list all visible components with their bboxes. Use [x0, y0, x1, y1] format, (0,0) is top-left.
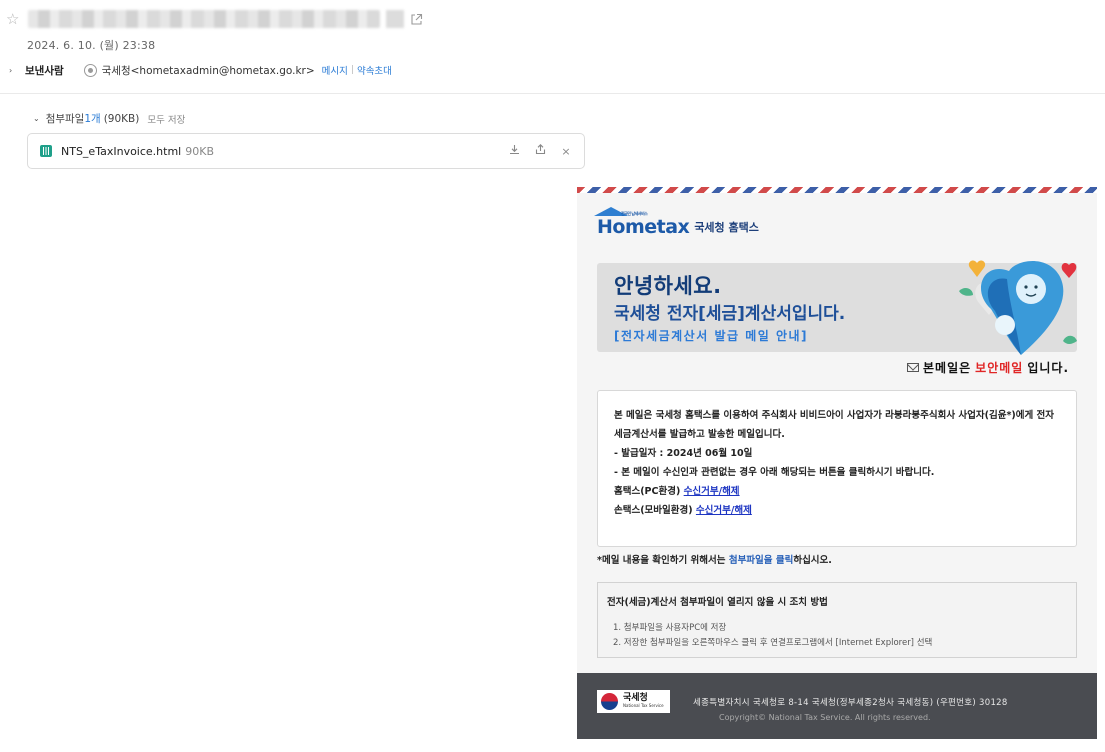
appointment-link[interactable]: 약속초대 — [357, 63, 392, 77]
info-issue-date: - 발급일자 : 2024년 06월 10일 — [614, 448, 753, 459]
message-link[interactable]: 메시지 — [322, 63, 348, 77]
family-heart-illustration — [959, 260, 1077, 355]
collapse-attachments-icon[interactable]: ⌄ — [33, 114, 40, 123]
sender-address[interactable]: 국세청<hometaxadmin@hometax.go.kr> — [102, 63, 315, 78]
info-paragraph: 본 메일은 국세청 홈택스를 이용하여 주식회사 비비드아이 사업자가 라붕라붕… — [614, 410, 1055, 440]
mail-date: 2024. 6. 10. (월) 23:38 — [27, 39, 156, 52]
attachments-label: 첨부파일 — [45, 113, 85, 125]
note-text-highlight: 첨부파일을 클릭 — [728, 555, 794, 566]
pc-optout-row: 홈택스(PC환경) 수신거부/해제 — [614, 482, 1060, 501]
hero-title: 국세청 전자[세금]계산서입니다. — [614, 304, 846, 324]
subject-redacted — [28, 10, 380, 28]
pc-env-label: 홈택스(PC환경) — [614, 486, 681, 497]
share-icon[interactable] — [534, 144, 546, 158]
attachment-actions: × — [508, 144, 572, 158]
subject-row: ☆ — [6, 9, 423, 29]
mail-footer: 국세청 National Tax Service 세종특별자치시 국세청로 8-… — [577, 673, 1097, 739]
invoice-info-box: 본 메일은 국세청 홈택스를 이용하여 주식회사 비비드아이 사업자가 라붕라붕… — [597, 390, 1077, 547]
secure-text-highlight: 보안메일 — [975, 361, 1024, 375]
nts-logo-english: National Tax Service — [623, 703, 664, 708]
attachments-size: (90KB) — [103, 112, 140, 125]
logo-korean: 국세청 홈택스 — [694, 221, 759, 234]
note-text-post: 하십시오. — [793, 555, 832, 566]
attachments-count: 1개 — [84, 113, 101, 125]
download-icon[interactable] — [508, 144, 520, 158]
pc-optout-link[interactable]: 수신거부/해제 — [684, 486, 740, 497]
link-separator: | — [350, 65, 354, 75]
attachment-filename[interactable]: NTS_eTaxInvoice.html — [61, 145, 181, 158]
header-divider — [0, 93, 1105, 94]
taegeuk-icon — [601, 693, 618, 710]
expand-sender-icon[interactable]: › — [9, 66, 25, 75]
guide-step: 1. 첨부파일을 사용자PC에 저장 — [613, 623, 727, 633]
mobile-env-label: 손택스(모바일환경) — [614, 505, 693, 516]
popout-icon[interactable] — [410, 13, 423, 26]
subject-redacted-tail — [386, 10, 404, 28]
nts-logo-text: 국세청 National Tax Service — [623, 694, 664, 709]
mobile-optout-row: 손택스(모바일환경) 수신거부/해제 — [614, 501, 1060, 520]
star-icon[interactable]: ☆ — [6, 11, 22, 27]
close-icon[interactable]: × — [560, 145, 572, 158]
attachments-header: ⌄ 첨부파일 1개 (90KB) 모두 저장 — [33, 111, 185, 126]
secure-text-post: 입니다. — [1027, 361, 1070, 375]
footer-copyright: Copyright© National Tax Service. All rig… — [719, 713, 931, 722]
hero-banner: 안녕하세요. 국세청 전자[세금]계산서입니다. [전자세금계산서 발급 메일 … — [597, 260, 1077, 355]
sender-label: 보낸사람 — [25, 64, 64, 77]
save-all-button[interactable]: 모두 저장 — [147, 112, 185, 126]
attachment-filesize: 90KB — [185, 144, 214, 158]
envelope-icon — [907, 363, 919, 372]
attachment-item[interactable]: NTS_eTaxInvoice.html 90KB × — [27, 133, 585, 169]
hero-greeting: 안녕하세요. — [614, 274, 722, 298]
hometax-wordmark: 전국민 납세서비스 Hometax — [594, 207, 690, 238]
secure-text-pre: 본메일은 — [923, 361, 972, 375]
sender-row: › 보낸사람 국세청<hometaxadmin@hometax.go.kr> 메… — [9, 62, 392, 78]
nts-logo: 국세청 National Tax Service — [597, 690, 670, 713]
logo-word: Hometax — [597, 216, 690, 238]
hometax-logo: 전국민 납세서비스 Hometax 국세청 홈택스 — [594, 207, 759, 238]
mobile-optout-link[interactable]: 수신거부/해제 — [696, 505, 752, 516]
guide-step: 2. 저장한 첨부파일을 오른쪽마우스 클릭 후 연결프로그램에서 [Inter… — [613, 638, 933, 648]
mail-body: 전국민 납세서비스 Hometax 국세청 홈택스 안녕하세요. 국세청 전자[… — [577, 187, 1097, 739]
secure-mail-notice: 본메일은 보안메일 입니다. — [907, 359, 1069, 376]
attachment-note: *메일 내용을 확인하기 위해서는 첨부파일을 클릭하십시오. — [597, 552, 832, 566]
guide-title: 전자(세금)계산서 첨부파일이 열리지 않을 시 조치 방법 — [607, 597, 828, 608]
logo-tagline: 전국민 납세서비스 — [621, 211, 648, 216]
airmail-border — [577, 187, 1097, 193]
footer-address: 세종특별자치시 국세청로 8-14 국세청(정부세종2청사 국세청동) (우편번… — [693, 698, 1008, 708]
troubleshoot-guide: 전자(세금)계산서 첨부파일이 열리지 않을 시 조치 방법 1. 첨부파일을 … — [597, 582, 1077, 658]
note-text-pre: *메일 내용을 확인하기 위해서는 — [597, 555, 726, 566]
verified-sender-icon — [83, 63, 97, 77]
nts-logo-korean: 국세청 — [623, 693, 648, 703]
html-file-icon — [40, 145, 52, 157]
info-notice: - 본 메일이 수신인과 관련없는 경우 아래 해당되는 버튼을 클릭하시기 바… — [614, 467, 935, 478]
hero-subtitle: [전자세금계산서 발급 메일 안내] — [614, 329, 809, 343]
